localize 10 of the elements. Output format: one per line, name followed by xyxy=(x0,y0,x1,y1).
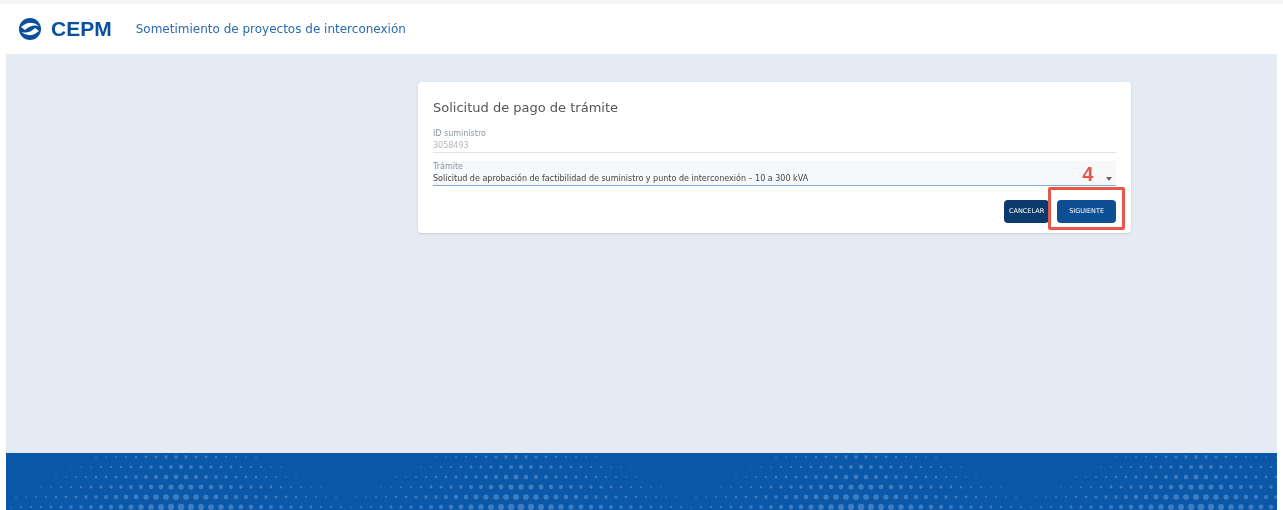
field-value: 3058493 xyxy=(433,139,469,152)
brand-name: CEPM xyxy=(51,16,112,43)
dropdown-caret-icon xyxy=(1106,176,1112,181)
app-title: Sometimiento de proyectos de interconexión xyxy=(135,21,406,38)
field-label: Trámite xyxy=(433,160,463,173)
logo-icon xyxy=(17,17,43,41)
field-value: Solicitud de aprobación de factibilidad de suministro y punto de interconexión – 10 a 300 kVA xyxy=(433,172,809,185)
step-number: 4 xyxy=(1082,162,1094,185)
form-title: Solicitud de pago de trámite xyxy=(433,99,619,117)
field-label: ID suministro xyxy=(433,127,486,140)
